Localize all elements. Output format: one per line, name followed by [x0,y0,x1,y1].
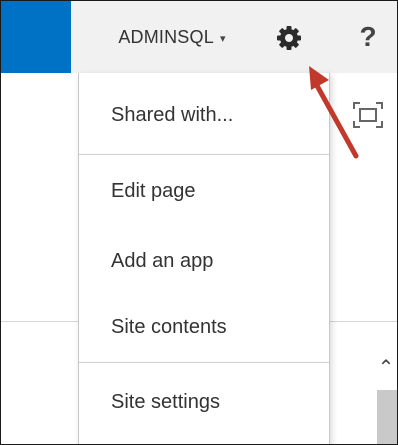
menu-item-edit-page[interactable]: Edit page [79,159,329,223]
annotation-arrow [309,66,359,159]
vertical-scrollbar[interactable]: ⌃ [375,346,397,444]
menu-item-label: Shared with... [111,103,234,126]
settings-dropdown-menu: Shared with... Edit page Add an app Site… [78,73,330,444]
menu-item-label: Add an app [111,249,214,272]
menu-item-shared-with[interactable]: Shared with... [79,83,329,147]
menu-item-add-an-app[interactable]: Add an app [79,229,329,293]
menu-divider [79,362,329,363]
menu-item-site-settings[interactable]: Site settings [79,370,329,434]
help-icon[interactable]: ? [353,19,383,55]
app-launcher-tile[interactable] [1,1,71,73]
scroll-up-icon[interactable]: ⌃ [375,346,397,390]
user-menu-button[interactable]: ADMINSQL ▾ [79,1,265,73]
screenshot-frame: ADMINSQL ▾ ? ⌃ Shared with... Edit page … [0,0,398,445]
user-name: ADMINSQL [118,26,214,47]
menu-item-label: Site settings [111,390,220,413]
menu-item-label: Site contents [111,315,227,338]
menu-divider [79,154,329,155]
menu-item-label: Edit page [111,179,196,202]
scroll-thumb[interactable] [377,390,397,444]
settings-gear-icon[interactable] [274,23,304,53]
menu-item-site-contents[interactable]: Site contents [79,295,329,359]
chevron-down-icon: ▾ [219,32,226,45]
